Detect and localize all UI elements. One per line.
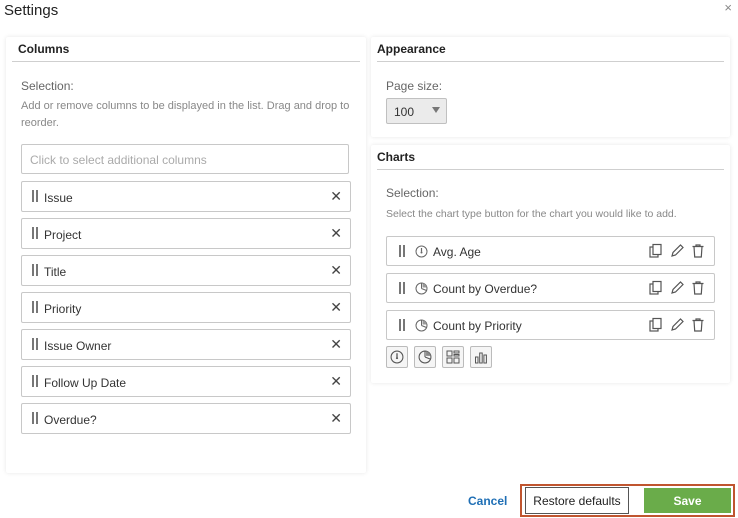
trash-icon[interactable] bbox=[690, 280, 706, 296]
copy-icon[interactable] bbox=[648, 317, 664, 333]
add-gauge-chart-button[interactable] bbox=[386, 346, 408, 368]
pencil-icon[interactable] bbox=[669, 280, 685, 296]
column-item[interactable]: Follow Up Date ✕ bbox=[21, 366, 351, 397]
column-item[interactable]: Project ✕ bbox=[21, 218, 351, 249]
columns-selection-label: Selection: bbox=[21, 79, 74, 93]
column-item[interactable]: Issue ✕ bbox=[21, 181, 351, 212]
appearance-panel: Appearance Page size: 100 bbox=[371, 37, 730, 137]
column-item[interactable]: Title ✕ bbox=[21, 255, 351, 286]
appearance-header: Appearance bbox=[377, 37, 724, 62]
trash-icon[interactable] bbox=[690, 243, 706, 259]
drag-handle-icon[interactable] bbox=[32, 190, 38, 203]
chevron-down-icon bbox=[432, 107, 440, 113]
cancel-link[interactable]: Cancel bbox=[468, 494, 507, 508]
columns-help-text: Add or remove columns to be displayed in… bbox=[21, 100, 350, 129]
pencil-icon[interactable] bbox=[669, 243, 685, 259]
chart-item[interactable]: Avg. Age bbox=[386, 236, 715, 266]
pie-icon bbox=[415, 319, 428, 332]
gauge-icon bbox=[390, 350, 404, 364]
remove-icon[interactable]: ✕ bbox=[330, 336, 342, 353]
drag-handle-icon[interactable] bbox=[32, 264, 38, 277]
drag-handle-icon[interactable] bbox=[399, 282, 405, 295]
page-size-value: 100 bbox=[394, 105, 415, 119]
page-size-select[interactable]: 100 bbox=[386, 98, 447, 124]
remove-icon[interactable]: ✕ bbox=[330, 225, 342, 242]
remove-icon[interactable]: ✕ bbox=[330, 373, 342, 390]
column-item[interactable]: Priority ✕ bbox=[21, 292, 351, 323]
drag-handle-icon[interactable] bbox=[32, 412, 38, 425]
copy-icon[interactable] bbox=[648, 280, 664, 296]
pie-icon bbox=[418, 350, 432, 364]
gauge-icon bbox=[415, 245, 428, 258]
save-button[interactable]: Save bbox=[644, 488, 731, 513]
drag-handle-icon[interactable] bbox=[32, 375, 38, 388]
column-item-label: Follow Up Date bbox=[44, 376, 127, 390]
add-pie-chart-button[interactable] bbox=[414, 346, 436, 368]
column-item[interactable]: Issue Owner ✕ bbox=[21, 329, 351, 360]
pie-icon bbox=[415, 282, 428, 295]
chart-item-label: Avg. Age bbox=[433, 245, 481, 259]
column-item-label: Title bbox=[44, 265, 67, 279]
charts-panel: Charts Selection: Select the chart type … bbox=[371, 145, 730, 383]
grid-icon bbox=[446, 350, 460, 364]
chart-item[interactable]: Count by Overdue? bbox=[386, 273, 715, 303]
column-item[interactable]: Overdue? ✕ bbox=[21, 403, 351, 434]
restore-defaults-button[interactable]: Restore defaults bbox=[525, 487, 629, 514]
copy-icon[interactable] bbox=[648, 243, 664, 259]
column-item-label: Issue bbox=[44, 191, 73, 205]
chart-item-label: Count by Overdue? bbox=[433, 282, 538, 296]
pencil-icon[interactable] bbox=[669, 317, 685, 333]
trash-icon[interactable] bbox=[690, 317, 706, 333]
bar-chart-icon bbox=[475, 352, 487, 364]
remove-icon[interactable]: ✕ bbox=[330, 410, 342, 427]
column-item-label: Project bbox=[44, 228, 82, 242]
dialog-title: Settings bbox=[4, 2, 59, 19]
drag-handle-icon[interactable] bbox=[32, 227, 38, 240]
columns-header: Columns bbox=[12, 37, 360, 62]
charts-header: Charts bbox=[377, 145, 724, 170]
columns-panel: Columns Selection: Add or remove columns… bbox=[6, 37, 366, 473]
remove-icon[interactable]: ✕ bbox=[330, 262, 342, 279]
chart-item[interactable]: Count by Priority bbox=[386, 310, 715, 340]
add-bar-chart-button[interactable] bbox=[470, 346, 492, 368]
remove-icon[interactable]: ✕ bbox=[330, 299, 342, 316]
remove-icon[interactable]: ✕ bbox=[330, 188, 342, 205]
charts-selection-label: Selection: bbox=[386, 186, 439, 200]
drag-handle-icon[interactable] bbox=[32, 301, 38, 314]
add-grid-chart-button[interactable] bbox=[442, 346, 464, 368]
column-item-label: Overdue? bbox=[44, 413, 97, 427]
add-columns-input[interactable]: Click to select additional columns bbox=[21, 144, 349, 174]
drag-handle-icon[interactable] bbox=[32, 338, 38, 351]
drag-handle-icon[interactable] bbox=[399, 245, 405, 258]
chart-type-buttons bbox=[386, 346, 492, 368]
charts-help-text: Select the chart type button for the cha… bbox=[386, 208, 677, 220]
chart-item-label: Count by Priority bbox=[433, 319, 522, 333]
drag-handle-icon[interactable] bbox=[399, 319, 405, 332]
column-item-label: Issue Owner bbox=[44, 339, 112, 353]
page-size-label: Page size: bbox=[386, 79, 443, 93]
column-item-label: Priority bbox=[44, 302, 82, 316]
close-icon[interactable]: × bbox=[724, 0, 732, 15]
